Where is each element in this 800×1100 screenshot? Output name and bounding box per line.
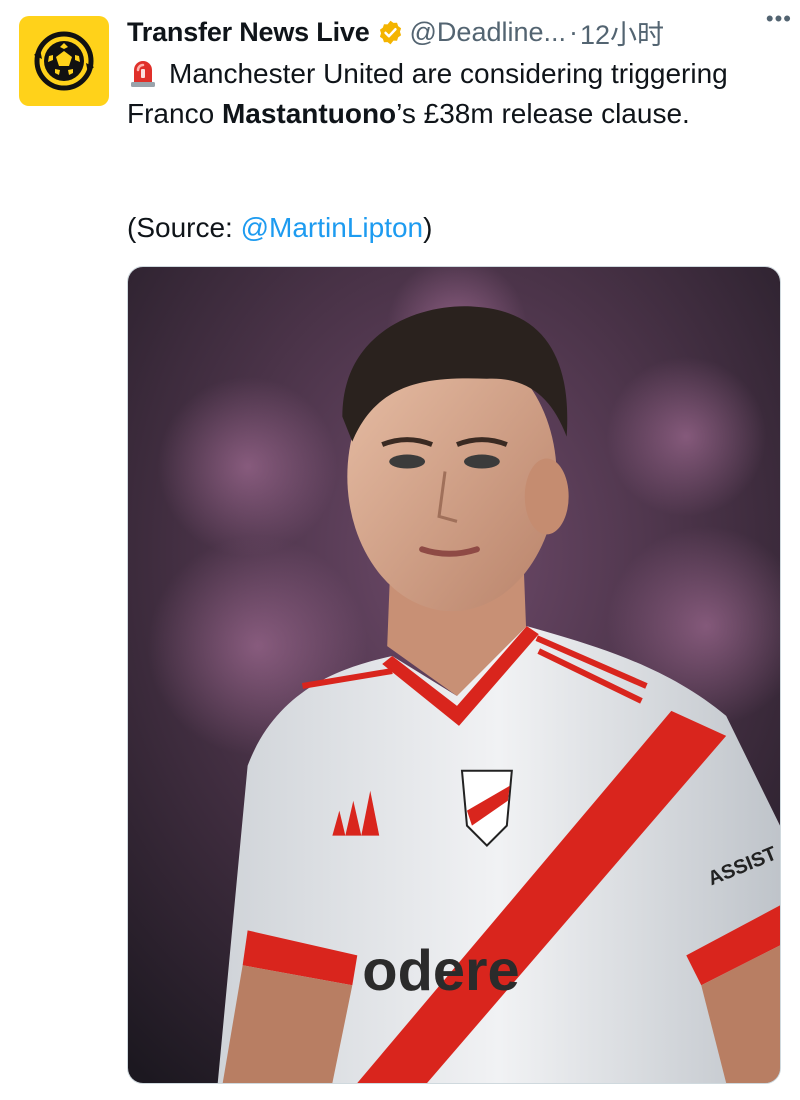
player-name-bold: Mastantuono — [221, 98, 397, 129]
source-prefix: (Source: — [127, 212, 241, 243]
tweet-media-photo[interactable]: odere ASSIST CAR — [127, 266, 781, 1084]
separator-dot: · — [569, 16, 579, 47]
tweet-header: Transfer News Live @Deadline... · 12小时 — [127, 12, 787, 52]
player-photo: odere ASSIST CAR — [128, 267, 780, 1083]
display-name[interactable]: Transfer News Live — [127, 17, 370, 48]
avatar[interactable] — [19, 16, 109, 106]
source-mention-link[interactable]: @MartinLipton — [241, 212, 424, 243]
source-line: (Source: @MartinLipton) — [127, 208, 432, 248]
verified-badge-icon — [379, 20, 401, 44]
siren-emoji-icon — [131, 61, 155, 87]
author-handle[interactable]: @Deadline... — [410, 17, 567, 48]
jersey-sponsor: odere — [362, 939, 519, 1003]
tweet-text: Manchester United are considering trigge… — [127, 54, 787, 134]
source-suffix: ) — [423, 212, 433, 243]
more-dots-icon[interactable]: ••• — [766, 8, 792, 30]
tweet-text-part2: ’s £38m release clause. — [396, 98, 690, 129]
timestamp[interactable]: 12小时 — [580, 13, 664, 52]
football-logo-icon — [34, 31, 94, 91]
tweet-card[interactable]: Transfer News Live @Deadline... · 12小时 •… — [0, 0, 800, 1100]
